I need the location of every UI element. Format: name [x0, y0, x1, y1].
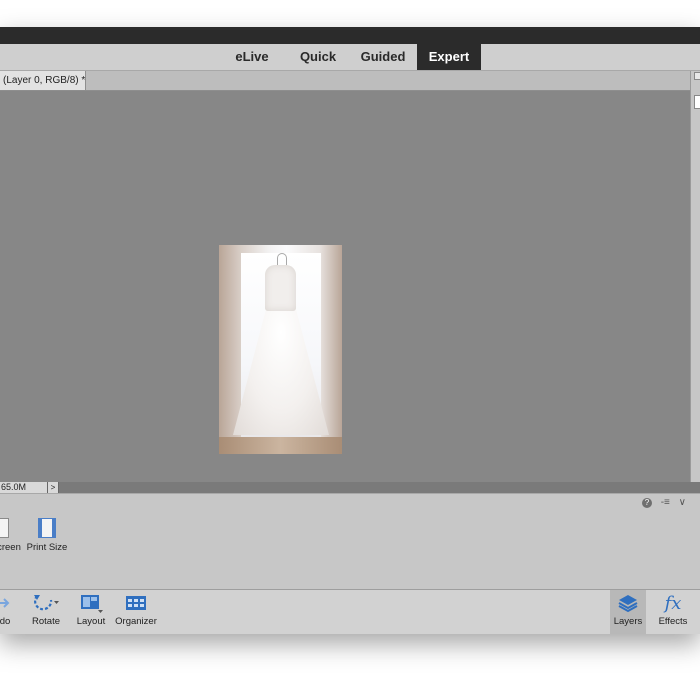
- fx-icon: fx: [652, 590, 694, 616]
- photo-dress-bodice: [265, 265, 296, 311]
- layers-icon: [610, 590, 646, 616]
- status-menu-arrow[interactable]: >: [48, 482, 59, 493]
- photo-floor: [219, 437, 342, 454]
- tab-expert[interactable]: Expert: [417, 44, 481, 70]
- rotate-icon: [28, 590, 64, 616]
- panel-edge-mark[interactable]: [694, 95, 700, 109]
- print-size-icon: [38, 518, 56, 538]
- fit-screen-button[interactable]: creen: [0, 518, 21, 553]
- undo-button[interactable]: do: [0, 590, 16, 634]
- document-size-readout: 65.0M: [0, 482, 48, 493]
- panel-edge-mark[interactable]: [694, 72, 700, 80]
- app-window: eLive Quick Guided Expert (Layer 0, RGB/…: [0, 27, 700, 634]
- fx-glyph: fx: [664, 592, 682, 614]
- photo-bin-panel: ? -≡ ∨ creen Print Size: [0, 493, 700, 590]
- task-bar: do Rotate Layout Organizer Layers fx Eff…: [0, 589, 700, 634]
- layout-icon: [74, 590, 108, 616]
- effects-label: Effects: [658, 616, 688, 627]
- tab-quick[interactable]: Quick: [293, 44, 343, 70]
- help-icon[interactable]: ?: [641, 498, 652, 508]
- bin-controls: ? -≡ ∨: [636, 497, 686, 511]
- layers-label: Layers: [613, 616, 643, 627]
- undo-icon: [0, 590, 16, 616]
- document-tab-bar: (Layer 0, RGB/8) *: [0, 71, 700, 91]
- print-size-label: Print Size: [26, 542, 68, 553]
- effects-button[interactable]: fx Effects: [652, 590, 694, 634]
- layers-button[interactable]: Layers: [610, 590, 646, 634]
- layout-label: Layout: [76, 616, 106, 627]
- tab-elive[interactable]: eLive: [227, 44, 277, 70]
- panel-edge: [690, 71, 700, 518]
- wedding-dress-photo[interactable]: [219, 245, 342, 454]
- screen-fit-icon: [0, 518, 9, 538]
- rotate-button[interactable]: Rotate: [28, 590, 64, 634]
- document-tab[interactable]: (Layer 0, RGB/8) *: [0, 71, 86, 90]
- mode-bar: eLive Quick Guided Expert: [0, 44, 700, 71]
- organizer-icon: [113, 590, 159, 616]
- organizer-label: Organizer: [115, 616, 157, 627]
- panel-menu-icon[interactable]: -≡: [661, 497, 670, 508]
- layout-button[interactable]: Layout: [74, 590, 108, 634]
- print-size-button[interactable]: Print Size: [25, 518, 69, 553]
- title-bar: [0, 27, 700, 44]
- rotate-label: Rotate: [32, 616, 60, 627]
- chevron-down-icon[interactable]: ∨: [679, 497, 686, 508]
- fit-screen-label: creen: [0, 542, 21, 553]
- organizer-button[interactable]: Organizer: [113, 590, 159, 634]
- canvas-area[interactable]: [0, 91, 690, 482]
- undo-label: do: [0, 616, 11, 627]
- status-bar: 65.0M >: [0, 482, 700, 493]
- tab-guided[interactable]: Guided: [356, 44, 410, 70]
